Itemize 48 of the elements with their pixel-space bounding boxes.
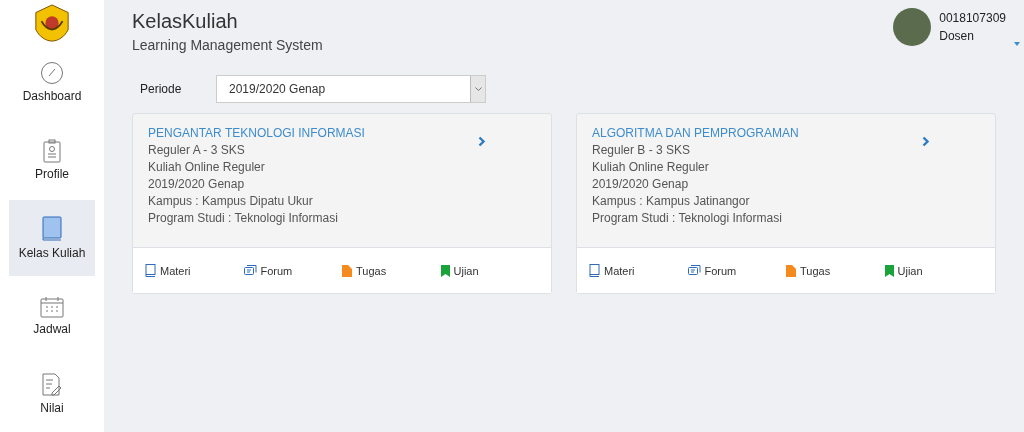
user-id: 0018107309: [939, 11, 1006, 25]
book-icon: [145, 264, 156, 277]
user-role: Dosen: [939, 29, 975, 43]
course-detail: Program Studi : Teknologi Informasi: [148, 211, 339, 225]
app-subtitle: Learning Management System: [132, 37, 323, 53]
course-detail: Reguler B - 3 SKS: [592, 143, 692, 157]
course-detail: Kampus : Kampus Dipatu Ukur: [148, 194, 314, 208]
course-action-link[interactable]: Materi: [145, 264, 244, 277]
sidebar-item[interactable]: Dashboard: [9, 44, 95, 120]
course-detail: Program Studi : Teknologi Informasi: [592, 211, 783, 225]
sidebar-item[interactable]: Jadwal: [9, 278, 95, 354]
bookmark-icon: [440, 264, 450, 277]
course-detail: 2019/2020 Genap: [592, 177, 690, 191]
document-icon: [786, 264, 796, 277]
calendar-icon: [40, 296, 64, 318]
book-icon: [589, 264, 600, 277]
bookmark-icon: [884, 264, 894, 277]
periode-select[interactable]: 2019/2020 Genap: [216, 75, 486, 103]
course-action-link[interactable]: Ujian: [440, 264, 539, 277]
chevron-right-icon[interactable]: [922, 136, 930, 147]
caret-icon[interactable]: [1014, 42, 1020, 46]
course-action-link[interactable]: Tugas: [786, 264, 885, 277]
sidebar-item[interactable]: Kelas Kuliah: [9, 200, 95, 276]
course-action-link[interactable]: Ujian: [884, 264, 983, 277]
course-detail: Kuliah Online Reguler: [592, 160, 710, 174]
course-action-link[interactable]: Forum: [243, 264, 342, 277]
avatar-placeholder[interactable]: [893, 8, 932, 46]
chevron-down-icon: [474, 87, 482, 91]
gauge-icon: [40, 61, 64, 85]
course-action-link[interactable]: Materi: [589, 264, 688, 277]
chevron-right-icon[interactable]: [478, 136, 486, 147]
sidebar-item[interactable]: Nilai: [9, 356, 95, 432]
id-badge-icon: [43, 139, 61, 163]
app-title: KelasKuliah: [132, 10, 238, 33]
university-logo: [33, 4, 71, 42]
course-detail: Reguler A - 3 SKS: [148, 143, 246, 157]
course-detail: Kampus : Kampus Jatinangor: [592, 194, 751, 208]
document-icon: [342, 264, 352, 277]
chat-icon: [687, 264, 701, 277]
book-icon: [41, 216, 63, 242]
sidebar-item[interactable]: Profile: [9, 122, 95, 198]
course-action-link[interactable]: Forum: [687, 264, 786, 277]
course-action-link[interactable]: Tugas: [342, 264, 441, 277]
chat-icon: [243, 264, 257, 277]
report-icon: [42, 373, 62, 397]
periode-label: Periode: [140, 82, 183, 96]
course-detail: Kuliah Online Reguler: [148, 160, 266, 174]
course-detail: 2019/2020 Genap: [148, 177, 246, 191]
